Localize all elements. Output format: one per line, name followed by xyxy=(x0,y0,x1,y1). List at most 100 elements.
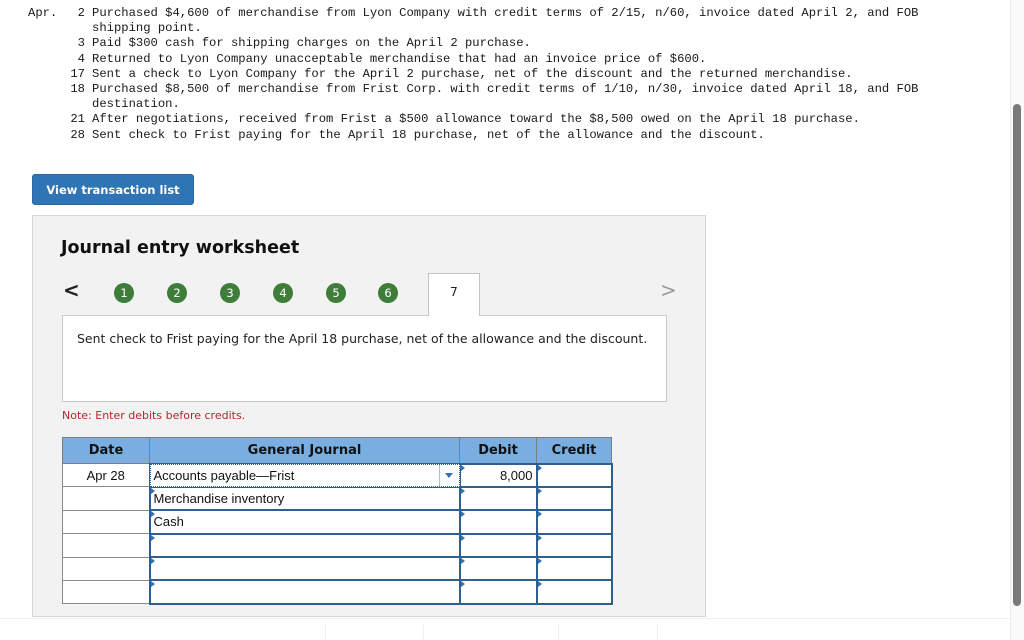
cell-marker-icon xyxy=(460,464,465,471)
table-row xyxy=(62,532,613,559)
view-transaction-list-button[interactable]: View transaction list xyxy=(32,174,194,205)
table-header-row: Date General Journal Debit Credit xyxy=(62,437,612,464)
transaction-text: After negotiations, received from Frist … xyxy=(92,112,860,127)
cell-marker-icon xyxy=(460,534,465,541)
account-cell[interactable]: Accounts payable—Frist xyxy=(148,462,461,488)
debit-value xyxy=(530,538,536,553)
transaction-day: 21 xyxy=(70,112,85,127)
step-2-tab[interactable]: 2 xyxy=(167,283,187,303)
cell-marker-icon xyxy=(150,511,155,518)
cell-marker-icon xyxy=(150,558,155,565)
general-journal-table: Date General Journal Debit Credit Apr 28… xyxy=(62,437,613,605)
account-dropdown[interactable]: Accounts payable—Frist xyxy=(149,463,460,487)
credit-cell[interactable] xyxy=(535,462,613,488)
step-5-tab[interactable]: 5 xyxy=(326,283,346,303)
transaction-day: 28 xyxy=(70,127,85,142)
bottom-divider xyxy=(325,625,326,640)
credit-column-header: Credit xyxy=(536,437,612,464)
account-cell[interactable]: Merchandise inventory xyxy=(148,485,461,512)
table-row: Merchandise inventory xyxy=(62,485,613,512)
cell-marker-icon xyxy=(460,558,465,565)
transaction-line: 28 Sent check to Frist paying for the Ap… xyxy=(28,128,972,143)
debit-cell[interactable] xyxy=(458,485,538,512)
worksheet-title: Journal entry worksheet xyxy=(61,238,300,258)
date-cell[interactable] xyxy=(62,556,150,581)
bottom-divider xyxy=(423,625,424,640)
next-step-button[interactable]: > xyxy=(660,278,677,302)
vertical-scrollbar-thumb[interactable] xyxy=(1013,104,1021,606)
transaction-line: 21 After negotiations, received from Fri… xyxy=(28,112,972,127)
cell-marker-icon xyxy=(537,511,542,518)
debit-cell[interactable]: 8,000 xyxy=(458,462,538,488)
cell-marker-icon xyxy=(537,558,542,565)
chevron-left-icon: < xyxy=(63,278,80,302)
account-cell[interactable]: Cash xyxy=(148,509,461,535)
cell-marker-icon xyxy=(537,534,542,541)
cell-marker-icon xyxy=(460,487,465,494)
cell-marker-icon xyxy=(150,534,155,541)
credit-cell[interactable] xyxy=(535,532,613,559)
previous-step-button[interactable]: < xyxy=(63,278,80,302)
debit-cell[interactable] xyxy=(458,532,538,559)
account-cell[interactable] xyxy=(148,556,461,582)
debit-value xyxy=(530,491,536,506)
cell-marker-icon xyxy=(460,511,465,518)
date-cell[interactable] xyxy=(62,509,150,535)
month-label: Apr. xyxy=(28,6,58,20)
step-6-tab[interactable]: 6 xyxy=(378,283,398,303)
debit-cell[interactable] xyxy=(458,509,538,535)
table-row: Apr 28 Accounts payable—Frist 8,000 xyxy=(62,462,613,488)
transaction-text: Purchased $4,600 of merchandise from Lyo… xyxy=(92,6,919,36)
step-3-tab[interactable]: 3 xyxy=(220,283,240,303)
transaction-text: Returned to Lyon Company unacceptable me… xyxy=(92,51,707,66)
account-cell[interactable] xyxy=(148,579,461,605)
debit-cell[interactable] xyxy=(458,579,538,605)
transaction-day: 18 xyxy=(70,82,85,97)
transaction-text: Paid $300 cash for shipping charges on t… xyxy=(92,36,531,51)
table-row xyxy=(62,579,613,605)
journal-entry-worksheet: Journal entry worksheet < 1 2 3 4 5 6 7 … xyxy=(32,215,706,617)
step-1-tab[interactable]: 1 xyxy=(114,283,134,303)
date-cell[interactable] xyxy=(62,579,150,605)
transaction-day: 2 xyxy=(77,6,85,20)
cell-marker-icon xyxy=(150,581,155,588)
debit-value xyxy=(530,514,536,529)
bottom-divider xyxy=(558,625,559,640)
chevron-right-icon: > xyxy=(660,278,677,302)
debit-cell[interactable] xyxy=(458,556,538,582)
credit-cell[interactable] xyxy=(535,579,613,605)
account-cell[interactable] xyxy=(148,532,461,559)
transaction-line: Apr. 2 Purchased $4,600 of merchandise f… xyxy=(28,6,972,36)
credit-cell[interactable] xyxy=(535,556,613,582)
cell-marker-icon xyxy=(537,581,542,588)
transaction-line: 4 Returned to Lyon Company unacceptable … xyxy=(28,52,972,67)
account-value: Accounts payable—Frist xyxy=(153,467,295,483)
account-value: Merchandise inventory xyxy=(153,491,285,507)
table-row: Cash xyxy=(62,509,613,535)
transaction-day: 17 xyxy=(70,66,85,81)
date-cell[interactable]: Apr 28 xyxy=(62,462,150,488)
dropdown-arrow-icon[interactable] xyxy=(438,464,459,486)
general-journal-column-header: General Journal xyxy=(149,437,460,464)
cell-marker-icon xyxy=(537,464,542,471)
debit-value xyxy=(530,585,536,600)
transaction-day: 4 xyxy=(77,51,85,66)
transaction-line: 18 Purchased $8,500 of merchandise from … xyxy=(28,82,972,112)
transaction-line: 3 Paid $300 cash for shipping charges on… xyxy=(28,36,972,51)
account-value: Cash xyxy=(153,514,184,530)
debit-column-header: Debit xyxy=(459,437,537,464)
debit-value: 8,000 xyxy=(499,467,533,483)
date-cell[interactable] xyxy=(62,533,150,558)
debit-value xyxy=(530,561,536,576)
debits-before-credits-note: Note: Enter debits before credits. xyxy=(62,409,246,422)
step-4-tab[interactable]: 4 xyxy=(273,283,293,303)
transaction-description: Sent check to Frist paying for the April… xyxy=(62,315,667,402)
credit-cell[interactable] xyxy=(535,509,613,535)
transaction-text: Sent a check to Lyon Company for the Apr… xyxy=(92,66,853,81)
table-row xyxy=(62,556,613,582)
step-7-tab-active[interactable]: 7 xyxy=(428,273,480,316)
bottom-divider xyxy=(657,625,658,640)
date-cell[interactable] xyxy=(62,486,150,511)
credit-cell[interactable] xyxy=(535,485,613,512)
transaction-text: Sent check to Frist paying for the April… xyxy=(92,127,765,142)
